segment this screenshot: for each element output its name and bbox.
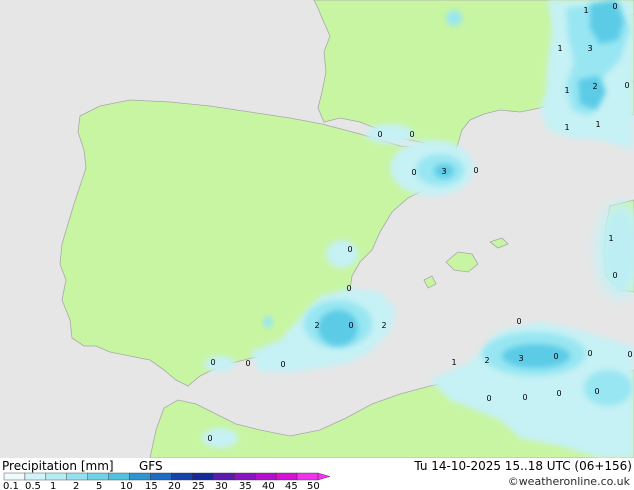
legend-color-swatch <box>129 472 151 481</box>
precip-value-label: 3 <box>441 167 446 176</box>
legend-color-swatch <box>108 472 130 481</box>
precip-value-label: 0 <box>207 434 212 443</box>
precip-value-label: 3 <box>518 354 523 363</box>
precip-value-label: 0 <box>347 245 352 254</box>
legend-color-swatch <box>3 472 26 481</box>
precip-value-label: 1 <box>557 44 562 53</box>
footer-valid-time: Tu 14-10-2025 15..18 UTC (06+156) <box>414 459 632 473</box>
precip-value-label: 0 <box>627 350 632 359</box>
precip-value-label: 0 <box>245 359 250 368</box>
map-footer: Precipitation [mm] GFS Tu 14-10-2025 15.… <box>0 458 634 490</box>
legend-tick: 10 <box>120 481 133 490</box>
legend-color-swatch <box>254 472 277 481</box>
legend-tick: 40 <box>262 481 275 490</box>
precip-value-label: 0 <box>587 349 592 358</box>
precip-value-label: 0 <box>624 81 629 90</box>
precip-value-label: 0 <box>553 352 558 361</box>
precip-value-label: 0 <box>346 284 351 293</box>
footer-title: Precipitation [mm] <box>2 459 114 473</box>
precip-value-label: 0 <box>473 166 478 175</box>
legend-color-swatch <box>66 472 88 481</box>
legend-color-swatch <box>234 472 256 481</box>
legend-tick-labels: 0.1 0.5 1 2 5 10 15 20 25 30 35 40 45 50 <box>0 481 340 490</box>
precip-algeria-east <box>584 370 632 406</box>
legend-tick: 45 <box>285 481 298 490</box>
precip-value-label: 0 <box>522 393 527 402</box>
precip-value-label: 1 <box>451 358 456 367</box>
precip-value-label: 0 <box>556 389 561 398</box>
legend-tick: 0.5 <box>25 481 41 490</box>
precip-value-label: 0 <box>612 271 617 280</box>
precip-value-label: 0 <box>348 321 353 330</box>
legend-tick: 0.1 <box>3 481 19 490</box>
precip-value-label: 0 <box>516 317 521 326</box>
precip-value-label: 3 <box>587 44 592 53</box>
legend-tick: 15 <box>145 481 158 490</box>
precip-small-gulf <box>446 10 462 26</box>
legend-color-swatch <box>192 472 214 481</box>
precip-value-label: 0 <box>377 130 382 139</box>
legend-tick: 50 <box>307 481 320 490</box>
precip-perpignan <box>366 124 414 144</box>
precip-small-balear <box>263 316 273 328</box>
precip-value-label: 1 <box>564 86 569 95</box>
map-canvas: 0 0 0 3 0 0 0 2 2 0 0 0 0 0 0 1 2 3 0 0 0 0 0 0 0 1 3 1 1 2 0 1 1 1 0 0 <box>0 0 634 458</box>
precip-value-label: 2 <box>484 356 489 365</box>
precip-value-label: 2 <box>314 321 319 330</box>
legend-tick: 25 <box>192 481 205 490</box>
legend-arrow <box>317 472 331 481</box>
precip-value-label: 2 <box>592 82 597 91</box>
precip-value-label: 1 <box>583 6 588 15</box>
legend-tick: 2 <box>73 481 80 490</box>
legend-tick: 35 <box>239 481 252 490</box>
precip-value-label: 0 <box>411 168 416 177</box>
precip-valencia <box>326 240 358 268</box>
legend-color-swatch <box>87 472 109 481</box>
legend-color-swatch <box>150 472 172 481</box>
legend-color-swatch <box>213 472 235 481</box>
precip-algeria-heavy <box>502 344 570 368</box>
precip-value-label: 0 <box>210 358 215 367</box>
legend-tick: 1 <box>50 481 57 490</box>
legend-tick: 30 <box>215 481 228 490</box>
legend-tick: 5 <box>96 481 103 490</box>
credit-text: ©weatheronline.co.uk <box>507 475 630 488</box>
precip-value-label: 2 <box>381 321 386 330</box>
precip-value-label: 1 <box>608 234 613 243</box>
legend-tick: 20 <box>168 481 181 490</box>
legend-color-swatch <box>296 472 319 481</box>
precip-value-label: 1 <box>595 120 600 129</box>
legend-color-swatch <box>275 472 298 481</box>
precip-value-label: 0 <box>612 2 617 11</box>
precip-value-label: 0 <box>594 387 599 396</box>
footer-model: GFS <box>139 459 163 473</box>
precip-gibraltar <box>204 356 236 372</box>
legend-color-swatch <box>171 472 193 481</box>
legend-color-swatch <box>24 472 47 481</box>
precipitation-map: 0 0 0 3 0 0 0 2 2 0 0 0 0 0 0 1 2 3 0 0 0 0 0 0 0 1 3 1 1 2 0 1 1 1 0 0 <box>0 0 634 458</box>
precip-value-label: 1 <box>564 123 569 132</box>
precip-value-label: 0 <box>409 130 414 139</box>
precip-value-label: 0 <box>486 394 491 403</box>
precip-value-label: 0 <box>280 360 285 369</box>
legend-color-swatch <box>45 472 67 481</box>
